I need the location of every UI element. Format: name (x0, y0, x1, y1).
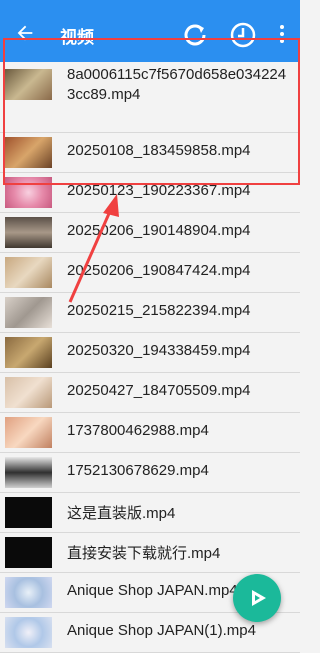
play-fab-button[interactable] (233, 574, 281, 622)
file-row[interactable]: 这是直装版.mp4 (0, 493, 300, 533)
highlight-box (3, 38, 300, 185)
file-name: 这是直装版.mp4 (67, 505, 176, 522)
play-icon (252, 590, 266, 606)
video-thumbnail (5, 577, 52, 608)
video-thumbnail (5, 297, 52, 328)
video-thumbnail (5, 617, 52, 648)
file-name: 20250206_190847424.mp4 (67, 262, 251, 279)
file-row[interactable]: 直接安装下载就行.mp4 (0, 533, 300, 573)
file-row[interactable]: 1752130678629.mp4 (0, 453, 300, 493)
file-name: 1752130678629.mp4 (67, 462, 209, 479)
file-row[interactable]: 20250206_190148904.mp4 (0, 213, 300, 253)
video-thumbnail (5, 217, 52, 248)
file-row[interactable]: 20250215_215822394.mp4 (0, 293, 300, 333)
file-row[interactable]: 20250427_184705509.mp4 (0, 373, 300, 413)
file-row[interactable]: 20250320_194338459.mp4 (0, 333, 300, 373)
video-thumbnail (5, 257, 52, 288)
file-name: 直接安装下载就行.mp4 (67, 545, 221, 562)
video-thumbnail (5, 497, 52, 528)
video-thumbnail (5, 457, 52, 488)
video-thumbnail (5, 377, 52, 408)
video-thumbnail (5, 537, 52, 568)
file-row[interactable]: 1737800462988.mp4 (0, 413, 300, 453)
file-name: 20250215_215822394.mp4 (67, 302, 251, 319)
file-name: 1737800462988.mp4 (67, 422, 209, 439)
file-name: 20250206_190148904.mp4 (67, 222, 251, 239)
video-thumbnail (5, 337, 52, 368)
file-name: Anique Shop JAPAN(1).mp4 (67, 622, 256, 639)
video-thumbnail (5, 417, 52, 448)
file-name: 20250427_184705509.mp4 (67, 382, 251, 399)
file-name: 20250320_194338459.mp4 (67, 342, 251, 359)
file-row[interactable]: 20250206_190847424.mp4 (0, 253, 300, 293)
